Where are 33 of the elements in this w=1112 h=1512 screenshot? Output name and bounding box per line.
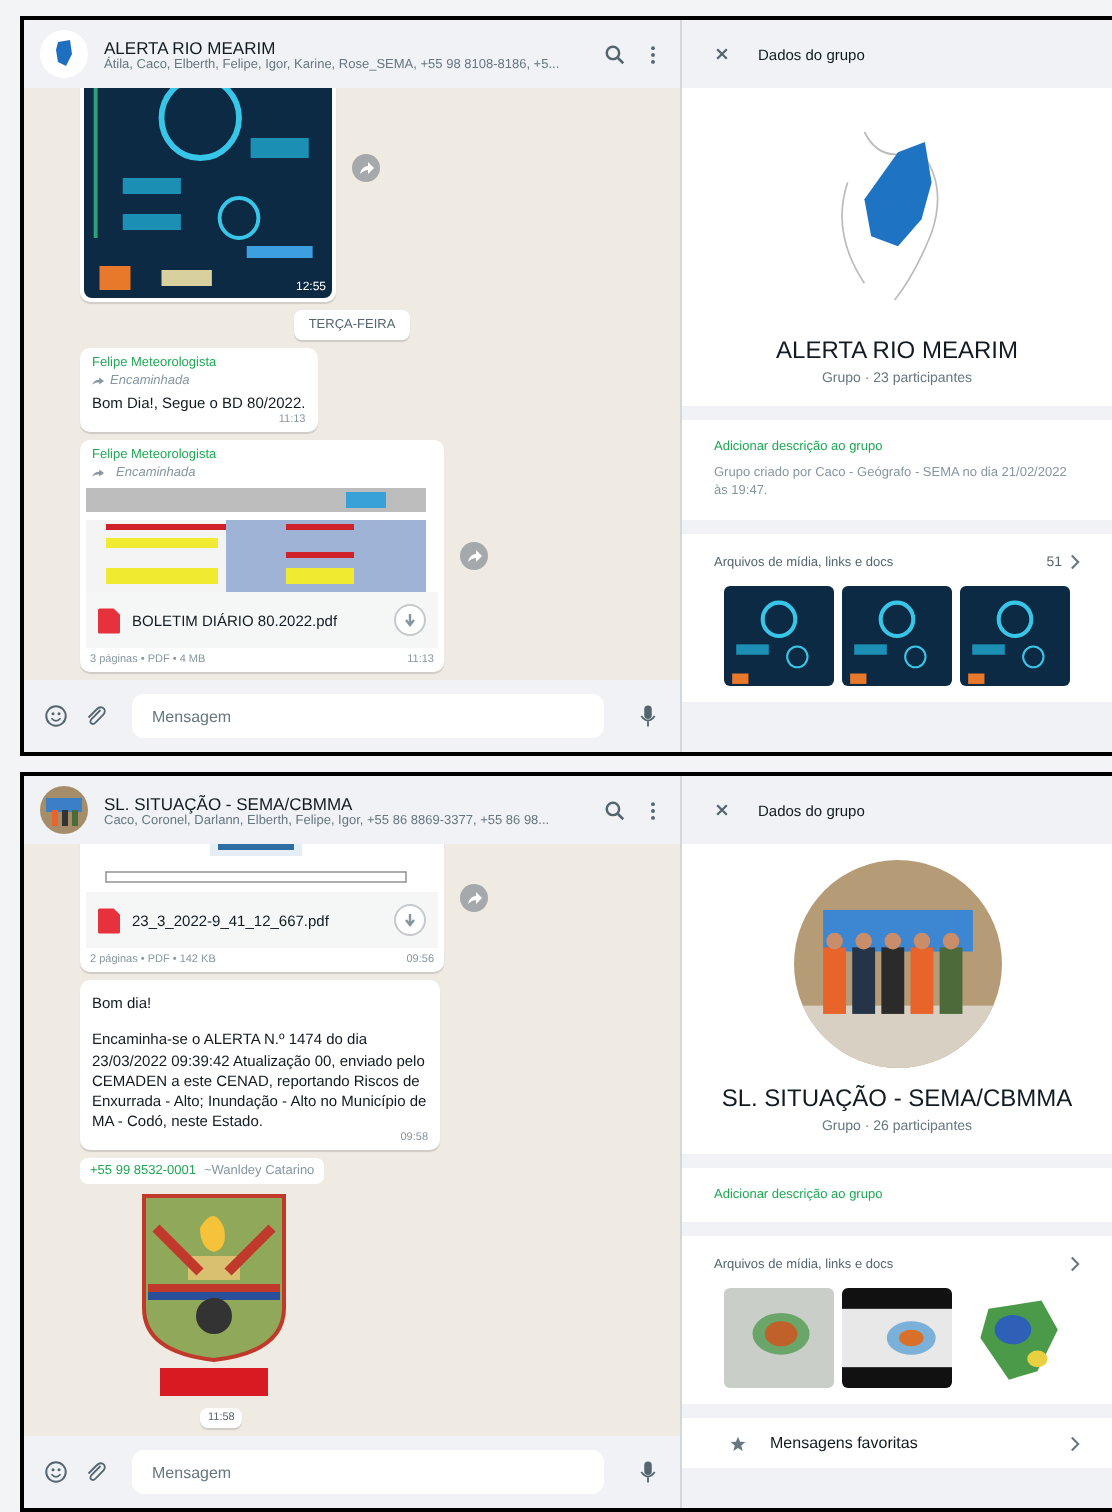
forward-icon <box>464 546 484 566</box>
search-icon[interactable] <box>604 43 626 65</box>
close-icon[interactable] <box>714 46 730 62</box>
forward-icon <box>356 157 376 178</box>
microphone-icon[interactable] <box>636 1460 660 1484</box>
message-field[interactable]: Mensagem <box>132 1450 604 1494</box>
chat-title: ALERTA RIO MEARIM <box>104 37 278 57</box>
download-button[interactable] <box>394 904 426 937</box>
group-name: SL. SITUAÇÃO - SEMA/CBMMA <box>721 1084 1073 1112</box>
message-field[interactable]: Mensagem <box>132 694 604 738</box>
chat-title: SL. SITUAÇÃO - SEMA/CBMMA <box>104 793 355 813</box>
microphone-icon[interactable] <box>636 704 660 728</box>
search-icon[interactable] <box>604 799 626 821</box>
download-icon <box>400 610 420 630</box>
download-icon <box>400 910 420 931</box>
forward-icon <box>464 888 484 909</box>
emoji-icon[interactable] <box>44 704 68 728</box>
forward-icon <box>92 468 104 478</box>
pdf-file-icon <box>98 607 120 633</box>
paperclip-icon[interactable] <box>84 704 108 728</box>
forward-icon <box>92 375 104 386</box>
chevron-icon[interactable] <box>1070 1256 1080 1272</box>
starred-messages-item[interactable]: Mensagens favoritas <box>682 1418 1112 1468</box>
pdf-file-icon <box>98 907 120 934</box>
paperclip-icon[interactable] <box>84 1460 108 1484</box>
chevron-icon[interactable] <box>1070 554 1080 571</box>
group-name: ALERTA RIO MEARIM <box>776 336 1018 364</box>
download-button[interactable] <box>394 604 426 636</box>
group-avatar-icon[interactable] <box>40 30 88 78</box>
star-icon <box>730 1435 746 1451</box>
emoji-icon[interactable] <box>44 1460 68 1484</box>
close-icon[interactable] <box>714 802 730 818</box>
chevron-icon <box>1070 1435 1080 1451</box>
